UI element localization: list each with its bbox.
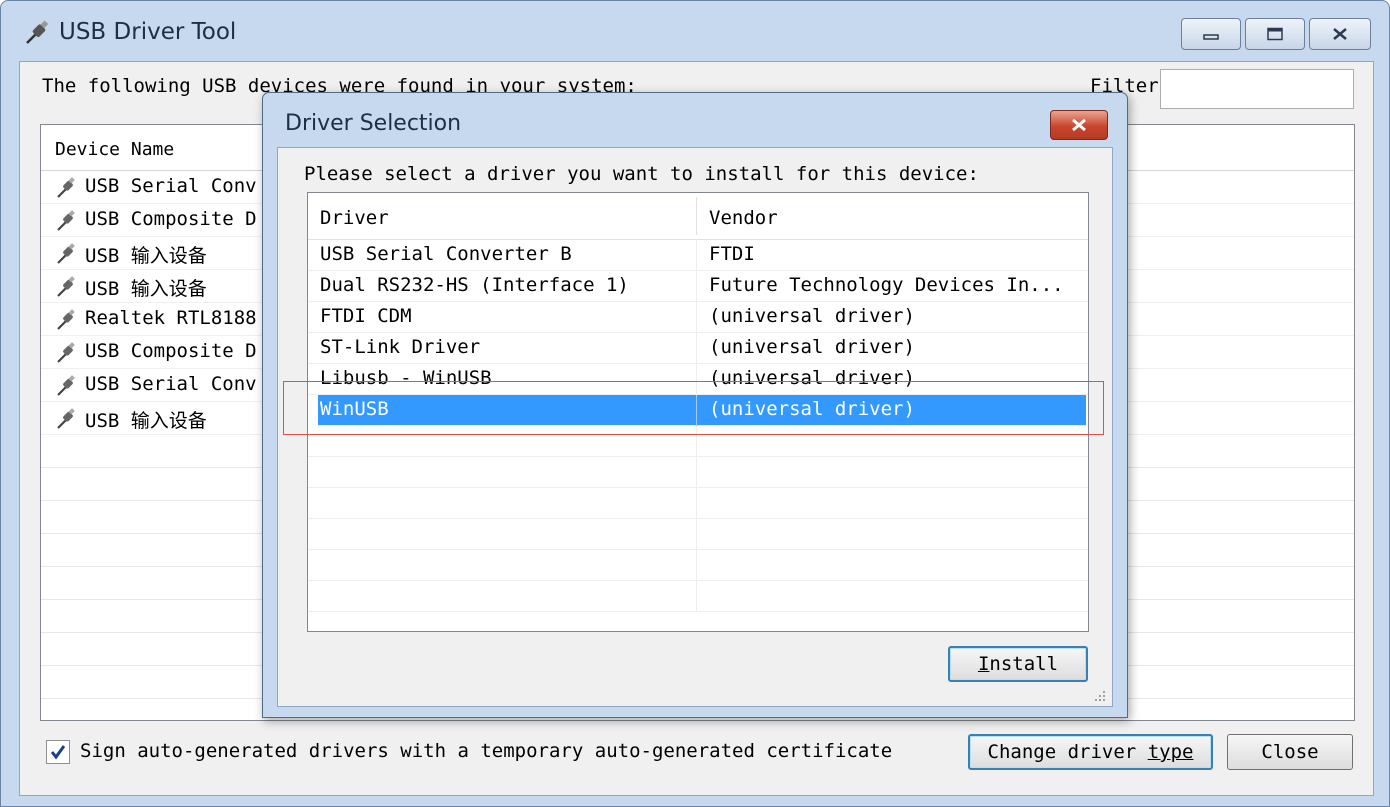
- driver-selection-dialog: Driver Selection Please select a driver …: [262, 92, 1128, 718]
- usb-plug-icon: [57, 243, 75, 264]
- driver-vendor: FTDI: [709, 243, 755, 265]
- minimize-icon: [1203, 34, 1219, 40]
- driver-vendor: (universal driver): [709, 336, 915, 358]
- maximize-button[interactable]: [1245, 18, 1305, 50]
- install-button-label: nstall: [989, 653, 1059, 675]
- install-button-accel: I: [977, 653, 990, 675]
- device-name: USB 输入设备: [85, 278, 207, 300]
- usb-plug-icon: [57, 177, 75, 198]
- driver-row[interactable]: Dual RS232-HS (Interface 1) Future Techno…: [308, 271, 1088, 302]
- driver-list[interactable]: Driver Vendor USB Serial Converter B FTDI…: [307, 192, 1089, 632]
- device-name: USB Serial Conv: [85, 373, 257, 395]
- usb-plug-icon: [57, 408, 75, 429]
- driver-row[interactable]: USB Serial Converter B FTDI: [308, 240, 1088, 271]
- usb-plug-icon: [26, 20, 49, 44]
- device-name: USB 输入设备: [85, 410, 207, 432]
- device-name: USB Composite D: [85, 340, 257, 362]
- driver-name: USB Serial Converter B: [320, 243, 572, 265]
- resize-grip-icon[interactable]: [1092, 688, 1106, 702]
- driver-list-header: Driver Vendor: [308, 193, 1088, 240]
- empty-row: [308, 426, 1088, 457]
- minimize-button[interactable]: [1181, 18, 1241, 50]
- usb-plug-icon: [57, 309, 75, 330]
- device-name: Realtek RTL8188: [85, 307, 257, 329]
- close-icon: [1072, 118, 1086, 132]
- driver-vendor: (universal driver): [709, 367, 915, 389]
- install-button[interactable]: Install: [948, 646, 1088, 682]
- driver-row[interactable]: FTDI CDM (universal driver): [308, 302, 1088, 333]
- driver-name: ST-Link Driver: [320, 336, 481, 358]
- driver-vendor: Future Technology Devices In...: [709, 274, 1064, 296]
- change-button-label: Change driver: [987, 741, 1148, 763]
- title-bar[interactable]: USB Driver Tool: [1, 1, 1389, 61]
- close-window-button[interactable]: [1309, 18, 1371, 50]
- driver-name: WinUSB: [320, 398, 389, 420]
- driver-vendor: (universal driver): [709, 398, 915, 420]
- empty-row: [308, 488, 1088, 519]
- dialog-client-area: Please select a driver you want to insta…: [277, 147, 1113, 707]
- usb-plug-icon: [57, 342, 75, 363]
- usb-plug-icon: [57, 375, 75, 396]
- driver-vendor: (universal driver): [709, 305, 915, 327]
- sign-drivers-label[interactable]: Sign auto-generated drivers with a tempo…: [80, 740, 892, 762]
- dialog-title: Driver Selection: [285, 111, 462, 136]
- dialog-prompt: Please select a driver you want to insta…: [304, 163, 979, 185]
- checkmark-icon: [50, 745, 66, 760]
- driver-row[interactable]: Libusb - WinUSB (universal driver): [308, 364, 1088, 395]
- device-name: USB 输入设备: [85, 245, 207, 267]
- change-button-accel: type: [1147, 741, 1194, 763]
- column-divider[interactable]: [696, 197, 697, 235]
- column-label: Device Name: [55, 139, 175, 160]
- caption-buttons: [1177, 18, 1371, 50]
- device-name: USB Serial Conv: [85, 175, 257, 197]
- filter-input[interactable]: [1160, 69, 1354, 109]
- maximize-icon: [1267, 27, 1283, 41]
- empty-row: [308, 457, 1088, 488]
- empty-row: [308, 581, 1088, 612]
- close-icon: [1333, 28, 1347, 40]
- driver-row-selected[interactable]: WinUSB (universal driver): [318, 395, 1086, 426]
- empty-row: [308, 550, 1088, 581]
- usb-plug-icon: [57, 210, 75, 231]
- close-button-label: Close: [1261, 741, 1319, 763]
- driver-name: Dual RS232-HS (Interface 1): [320, 274, 629, 296]
- driver-column-header[interactable]: Driver: [320, 207, 389, 229]
- device-name: USB Composite D: [85, 208, 257, 230]
- driver-row[interactable]: ST-Link Driver (universal driver): [308, 333, 1088, 364]
- driver-name: FTDI CDM: [320, 305, 412, 327]
- dialog-close-button[interactable]: [1050, 110, 1108, 140]
- empty-row: [308, 519, 1088, 550]
- driver-name: Libusb - WinUSB: [320, 367, 492, 389]
- change-driver-type-button[interactable]: Change driver type: [968, 734, 1213, 770]
- window-title: USB Driver Tool: [59, 19, 237, 45]
- close-button[interactable]: Close: [1227, 734, 1353, 770]
- sign-drivers-checkbox[interactable]: [46, 740, 70, 764]
- usb-plug-icon: [57, 276, 75, 297]
- vendor-column-header[interactable]: Vendor: [709, 207, 778, 229]
